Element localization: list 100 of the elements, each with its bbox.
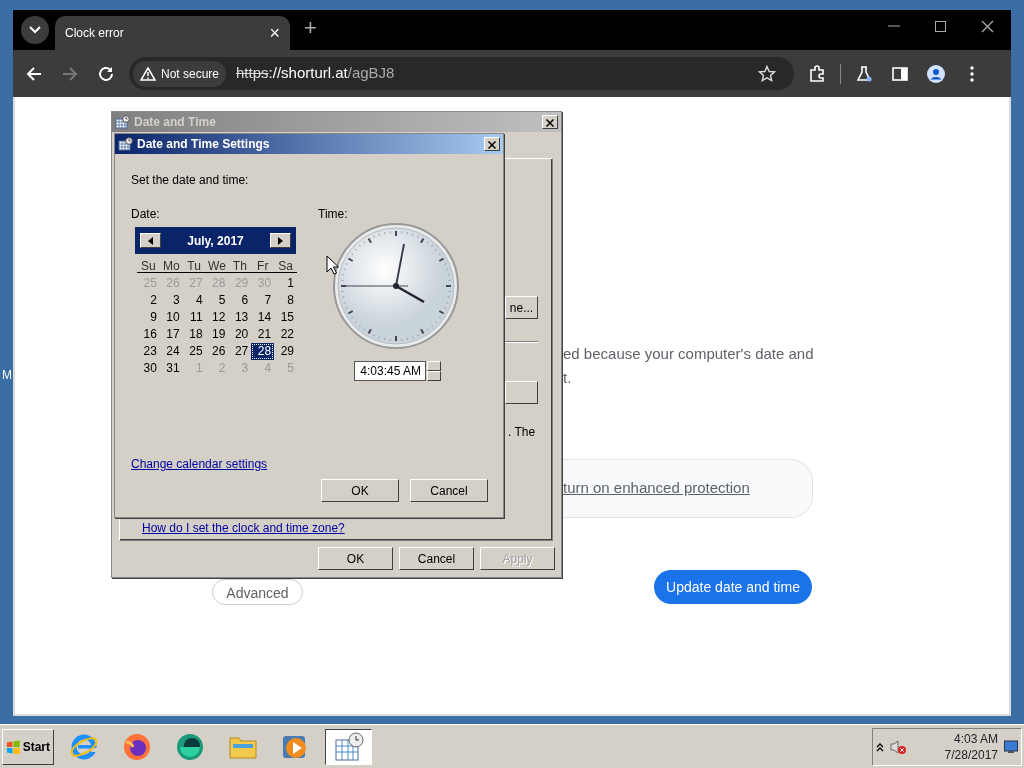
url-text: https://shorturl.at/agBJ8: [236, 63, 395, 84]
calendar-day[interactable]: 19: [205, 326, 229, 343]
tab-list-button[interactable]: [21, 16, 49, 44]
enhanced-protection-link[interactable]: turn on enhanced protection: [563, 477, 750, 500]
tab-title: Clock error: [65, 25, 124, 42]
muted-speaker-icon[interactable]: [890, 738, 906, 755]
weekday-header: Mo: [159, 257, 183, 273]
dialog-button[interactable]: Cancel: [399, 547, 474, 570]
calendar-clock-icon: [115, 115, 130, 129]
flask-icon[interactable]: [855, 64, 873, 83]
calendar-day[interactable]: 16: [137, 326, 160, 343]
date-label: Date:: [131, 206, 160, 223]
calendar-clock-icon: [333, 731, 364, 762]
dialog-button[interactable]: OK: [318, 547, 393, 570]
clock-time: 4:03 AM: [953, 730, 998, 747]
calendar-day[interactable]: 18: [182, 326, 206, 343]
weekday-header: Fr: [251, 257, 275, 273]
taskbar-app-button[interactable]: [325, 728, 372, 765]
weekday-header: Tu: [182, 257, 206, 273]
calendar-day[interactable]: 21: [251, 326, 275, 343]
dialog-button[interactable]: [505, 381, 538, 404]
calendar-clock-icon: [118, 137, 133, 151]
chevron-up-icon[interactable]: [876, 741, 884, 752]
calendar-day[interactable]: 13: [228, 309, 252, 326]
dialog-button[interactable]: ne...: [505, 296, 538, 319]
dialog-button[interactable]: OK: [321, 479, 399, 502]
calendar-day[interactable]: 10: [159, 309, 183, 326]
instruction-text: Set the date and time:: [131, 172, 249, 189]
calendar-day[interactable]: 27: [228, 343, 252, 360]
cursor-icon: [326, 255, 339, 275]
dialog-button[interactable]: Cancel: [410, 479, 488, 502]
star-icon[interactable]: [758, 64, 776, 83]
description-text: . The: [508, 424, 536, 441]
chevron-down-icon: [29, 26, 41, 34]
calendar-day[interactable]: 23: [137, 343, 160, 360]
help-link[interactable]: How do I set the clock and time zone?: [142, 519, 345, 537]
calendar-day[interactable]: 12: [205, 309, 229, 326]
calendar-day[interactable]: 28: [251, 343, 275, 360]
calendar-day[interactable]: 6: [228, 292, 252, 309]
clock-date: 7/28/2017: [944, 746, 998, 763]
security-label: Not secure: [161, 65, 220, 83]
close-tab-button[interactable]: ×: [269, 19, 280, 47]
month-title: July, 2017: [187, 232, 244, 250]
windows-logo-icon: [6, 738, 21, 755]
security-chip[interactable]: Not secure: [133, 60, 227, 87]
calendar-day[interactable]: 17: [159, 326, 183, 343]
calendar-day[interactable]: 7: [251, 292, 275, 309]
window-title: Date and Time: [134, 114, 216, 131]
calendar-day[interactable]: 1: [274, 275, 297, 292]
forward-icon[interactable]: [61, 64, 79, 83]
calendar-day[interactable]: 22: [274, 326, 297, 343]
window-title: Date and Time Settings: [137, 136, 270, 153]
start-button[interactable]: Start: [2, 728, 54, 765]
weekday-header: Su: [137, 257, 160, 273]
close-icon: [488, 140, 496, 149]
calendar-day[interactable]: 9: [137, 309, 160, 326]
calendar-day[interactable]: 2: [137, 292, 160, 309]
new-tab-button[interactable]: +: [304, 11, 317, 44]
close-button[interactable]: [542, 115, 558, 129]
next-month-button[interactable]: [270, 233, 291, 248]
calendar-day[interactable]: 26: [205, 343, 229, 360]
address-bar[interactable]: Not secure https://shorturl.at/agBJ8: [129, 57, 794, 90]
calendar-day[interactable]: 4: [182, 292, 206, 309]
browser-tab[interactable]: Clock error ×: [55, 16, 290, 50]
calendar-day[interactable]: 5: [205, 292, 229, 309]
side-panel-icon[interactable]: [891, 64, 909, 83]
previous-month-button[interactable]: [140, 233, 161, 248]
back-icon[interactable]: [25, 64, 43, 83]
calendar-day[interactable]: 30: [137, 360, 160, 377]
close-button[interactable]: [484, 137, 500, 151]
close-icon: [546, 118, 554, 127]
calendar-day[interactable]: 25: [182, 343, 206, 360]
warning-icon: [140, 66, 156, 81]
calendar-day[interactable]: 14: [251, 309, 275, 326]
calendar-settings-link[interactable]: Change calendar settings: [131, 455, 268, 473]
left-arrow-icon: [148, 236, 153, 245]
calendar-day[interactable]: 15: [274, 309, 297, 326]
time-label: Time:: [318, 206, 348, 223]
calendar-day[interactable]: 24: [159, 343, 183, 360]
desktop-icon-label[interactable]: M: [2, 366, 12, 384]
body-text: t.: [563, 368, 572, 388]
puzzle-icon[interactable]: [808, 64, 826, 83]
close-icon[interactable]: [981, 20, 994, 33]
maximize-icon[interactable]: [934, 20, 947, 33]
calendar-day[interactable]: 20: [228, 326, 252, 343]
weekday-header: We: [205, 257, 229, 273]
profile-icon[interactable]: [927, 64, 945, 83]
calendar-day[interactable]: 29: [274, 343, 297, 360]
weekday-header: Th: [228, 257, 252, 273]
reload-icon[interactable]: [97, 64, 115, 83]
advanced-button[interactable]: Advanced: [212, 579, 303, 605]
update-date-time-button[interactable]: Update date and time: [654, 570, 812, 604]
body-text: ed because your computer's date and: [563, 344, 814, 364]
calendar-day[interactable]: 31: [159, 360, 183, 377]
calendar-day[interactable]: 8: [274, 292, 297, 309]
calendar-day[interactable]: 3: [159, 292, 183, 309]
calendar-day[interactable]: 11: [182, 309, 206, 326]
time-spinner[interactable]: [427, 361, 441, 381]
time-field[interactable]: 4:03:45 AM: [354, 361, 426, 381]
show-desktop-icon[interactable]: [1004, 739, 1018, 754]
